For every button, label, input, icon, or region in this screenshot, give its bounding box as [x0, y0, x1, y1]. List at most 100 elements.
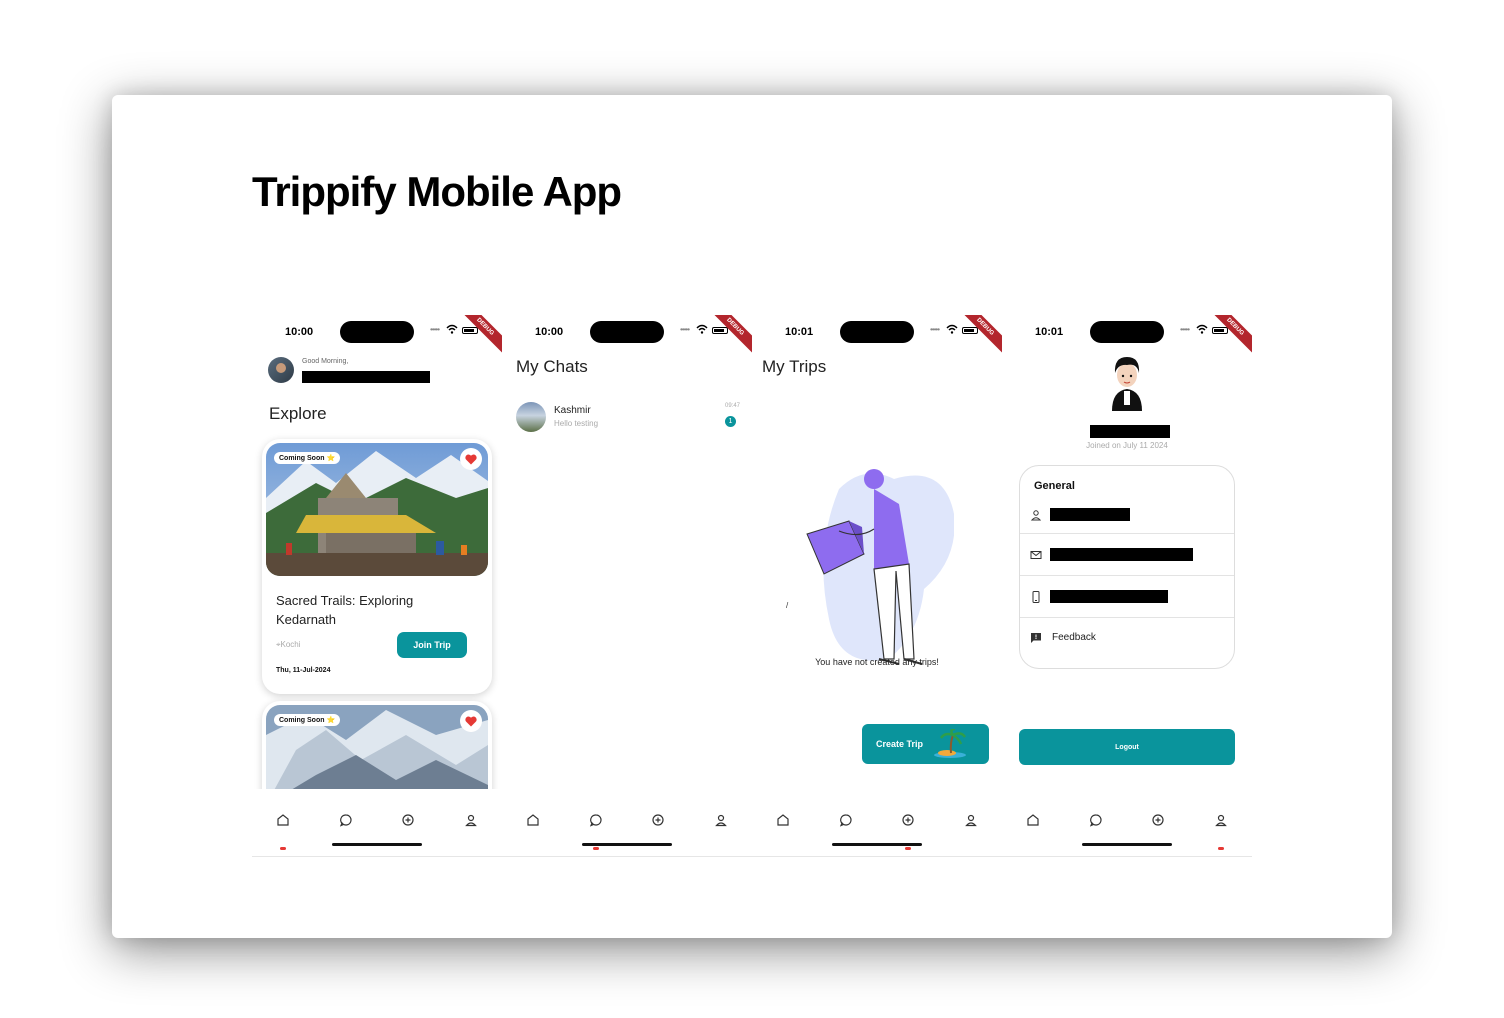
- battery-icon: [962, 327, 978, 334]
- phone-row[interactable]: [1020, 576, 1234, 618]
- profile-screen: 10:01 ••••• DEBUG Joined on July 11 2024…: [1002, 315, 1252, 857]
- signal-icon: •••••: [930, 325, 940, 334]
- feedback-row[interactable]: Feedback: [1020, 618, 1234, 660]
- home-indicator: [1082, 843, 1172, 846]
- coming-soon-badge: Coming Soon ⭐: [274, 714, 341, 726]
- home-icon: [277, 814, 289, 826]
- favorite-button[interactable]: [460, 710, 482, 732]
- nav-profile[interactable]: [962, 811, 980, 829]
- chat-icon: [589, 814, 602, 827]
- dynamic-island: [840, 321, 914, 343]
- avatar[interactable]: [268, 357, 294, 383]
- trip-image: Coming Soon ⭐: [266, 705, 488, 789]
- feedback-label: Feedback: [1052, 632, 1096, 643]
- bottom-nav: [1002, 805, 1252, 857]
- trip-title: Sacred Trails: Exploring Kedarnath: [276, 593, 414, 627]
- nav-add-trip[interactable]: [399, 811, 417, 829]
- home-icon: [527, 814, 539, 826]
- chat-last-message: Hello testing: [554, 419, 599, 428]
- empty-trips-message: You have not created any trips!: [815, 657, 939, 667]
- redacted-username: [302, 371, 430, 383]
- status-time: 10:00: [535, 326, 564, 338]
- bottom-nav: [752, 805, 1002, 857]
- profile-icon: [965, 814, 977, 827]
- trip-card[interactable]: Coming Soon ⭐ Sacred Trails: Exploring K…: [262, 439, 492, 694]
- add-trip-icon: [902, 814, 914, 826]
- dynamic-island: [1090, 321, 1164, 343]
- create-trip-button[interactable]: Create Trip: [862, 724, 989, 764]
- redacted-email: [1050, 548, 1193, 561]
- explore-screen: 10:00 ••••• DEBUG Good Morning, Explore: [252, 315, 502, 857]
- mail-icon: [1030, 551, 1042, 559]
- trip-card[interactable]: Coming Soon ⭐: [262, 701, 492, 789]
- nav-chats[interactable]: [337, 811, 355, 829]
- active-indicator: [593, 847, 599, 850]
- bottom-nav: [252, 805, 502, 857]
- battery-icon: [462, 327, 478, 334]
- signal-icon: •••••: [680, 325, 690, 334]
- explore-content: Good Morning, Explore Coming Soon ⭐ Sacr…: [252, 349, 502, 789]
- bottom-nav: [502, 805, 752, 857]
- nav-add-trip[interactable]: [1149, 811, 1167, 829]
- nav-profile[interactable]: [1212, 811, 1230, 829]
- palm-island-icon: [934, 729, 967, 758]
- dynamic-island: [340, 321, 414, 343]
- nav-home[interactable]: [1024, 811, 1042, 829]
- add-trip-icon: [652, 814, 664, 826]
- wifi-icon: [946, 324, 958, 334]
- status-time: 10:01: [1035, 326, 1064, 338]
- nav-add-trip[interactable]: [649, 811, 667, 829]
- profile-icon: [715, 814, 727, 827]
- status-bar: 10:01 ••••• DEBUG: [1002, 315, 1252, 356]
- trip-location: ⌖Kochi: [276, 640, 301, 650]
- join-trip-button[interactable]: Join Trip: [397, 632, 467, 658]
- home-icon: [777, 814, 789, 826]
- nav-home[interactable]: [524, 811, 542, 829]
- explore-title: Explore: [269, 404, 327, 423]
- location-text: Kochi: [280, 640, 301, 649]
- redacted-name-value: [1050, 508, 1130, 521]
- trip-date: Thu, 11-Jul-2024: [276, 667, 331, 674]
- home-indicator: [582, 843, 672, 846]
- general-card: General Feedback: [1019, 465, 1235, 669]
- nav-profile[interactable]: [712, 811, 730, 829]
- logout-button[interactable]: Logout: [1019, 729, 1235, 765]
- profile-content: Joined on July 11 2024 General Feedback …: [1002, 349, 1252, 805]
- name-row[interactable]: [1020, 496, 1234, 534]
- empty-trips-illustration: [806, 469, 954, 665]
- trips-title: My Trips: [762, 357, 827, 376]
- unread-badge: 1: [725, 416, 736, 427]
- chat-icon: [839, 814, 852, 827]
- chat-avatar: [516, 402, 546, 432]
- profile-avatar[interactable]: [1104, 353, 1150, 411]
- wifi-icon: [446, 324, 458, 334]
- nav-home[interactable]: [274, 811, 292, 829]
- chat-name: Kashmir: [554, 405, 591, 416]
- wifi-icon: [696, 324, 708, 334]
- nav-home[interactable]: [774, 811, 792, 829]
- signal-icon: •••••: [430, 325, 440, 334]
- greeting-text: Good Morning,: [302, 358, 349, 365]
- coming-soon-badge: Coming Soon ⭐: [274, 452, 341, 464]
- general-title: General: [1034, 480, 1075, 492]
- nav-profile[interactable]: [462, 811, 480, 829]
- redacted-name: [1090, 425, 1170, 438]
- add-trip-icon: [1152, 814, 1164, 826]
- wifi-icon: [1196, 324, 1208, 334]
- slash-text: /: [786, 601, 789, 610]
- nav-chats[interactable]: [837, 811, 855, 829]
- home-indicator: [832, 843, 922, 846]
- email-row[interactable]: [1020, 534, 1234, 576]
- chat-icon: [1089, 814, 1102, 827]
- trips-screen: 10:01 ••••• DEBUG My Trips / You have no…: [752, 315, 1002, 857]
- dynamic-island: [590, 321, 664, 343]
- favorite-button[interactable]: [460, 448, 482, 470]
- trips-content: My Trips / You have not created any trip…: [752, 349, 1002, 805]
- person-icon: [1030, 510, 1042, 521]
- nav-chats[interactable]: [587, 811, 605, 829]
- active-indicator: [905, 847, 911, 850]
- nav-chats[interactable]: [1087, 811, 1105, 829]
- nav-add-trip[interactable]: [899, 811, 917, 829]
- chats-content: My Chats Kashmir Hello testing 09:47 1: [502, 349, 752, 789]
- chat-item[interactable]: Kashmir Hello testing 09:47 1: [514, 401, 740, 433]
